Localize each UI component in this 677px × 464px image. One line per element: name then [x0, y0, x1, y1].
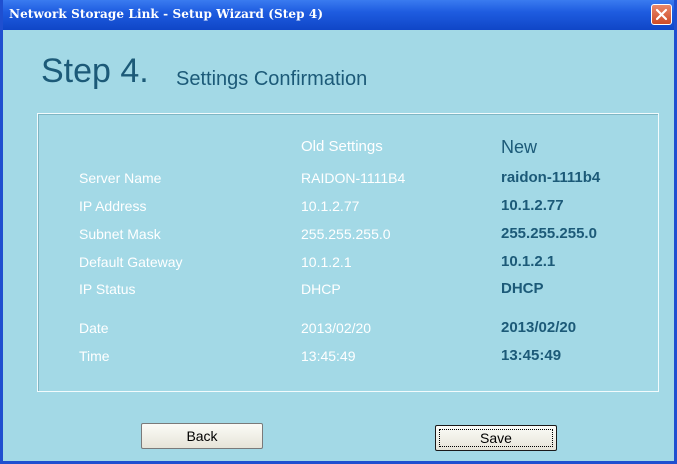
date-old: 2013/02/20 [301, 320, 372, 336]
subnet-mask-label: Subnet Mask [79, 226, 161, 242]
server-name-label: Server Name [79, 170, 162, 186]
page-title: Settings Confirmation [176, 68, 368, 90]
ip-status-old: DHCP [301, 281, 341, 297]
ip-address-old: 10.1.2.77 [301, 198, 360, 214]
save-button-label: Save [480, 430, 512, 446]
time-label: Time [79, 348, 110, 364]
time-old: 13:45:49 [301, 348, 356, 364]
date-new: 2013/02/20 [501, 319, 577, 336]
ip-address-label: IP Address [79, 198, 147, 214]
save-button[interactable]: Save [435, 425, 557, 451]
step-number: Step 4. [41, 52, 149, 90]
title-bar[interactable]: Network Storage Link - Setup Wizard (Ste… [3, 0, 674, 30]
time-new: 13:45:49 [501, 347, 562, 364]
setup-wizard-window: Network Storage Link - Setup Wizard (Ste… [0, 0, 677, 464]
server-name-new: raidon-1111b4 [501, 169, 601, 186]
ip-status-label: IP Status [79, 281, 136, 297]
ip-status-new: DHCP [501, 280, 544, 297]
date-label: Date [79, 320, 109, 336]
close-icon [655, 8, 668, 21]
ip-address-new: 10.1.2.77 [501, 197, 564, 214]
default-gateway-new: 10.1.2.1 [501, 253, 556, 270]
default-gateway-label: Default Gateway [79, 254, 183, 270]
window-title: Network Storage Link - Setup Wizard (Ste… [9, 7, 324, 21]
new-settings-header: New [501, 137, 538, 157]
subnet-mask-old: 255.255.255.0 [301, 226, 391, 242]
server-name-old: RAIDON-1111B4 [301, 170, 406, 186]
back-button[interactable]: Back [141, 423, 263, 449]
close-button[interactable] [651, 4, 672, 25]
old-settings-header: Old Settings [301, 138, 383, 155]
subnet-mask-new: 255.255.255.0 [501, 225, 597, 242]
default-gateway-old: 10.1.2.1 [301, 254, 352, 270]
